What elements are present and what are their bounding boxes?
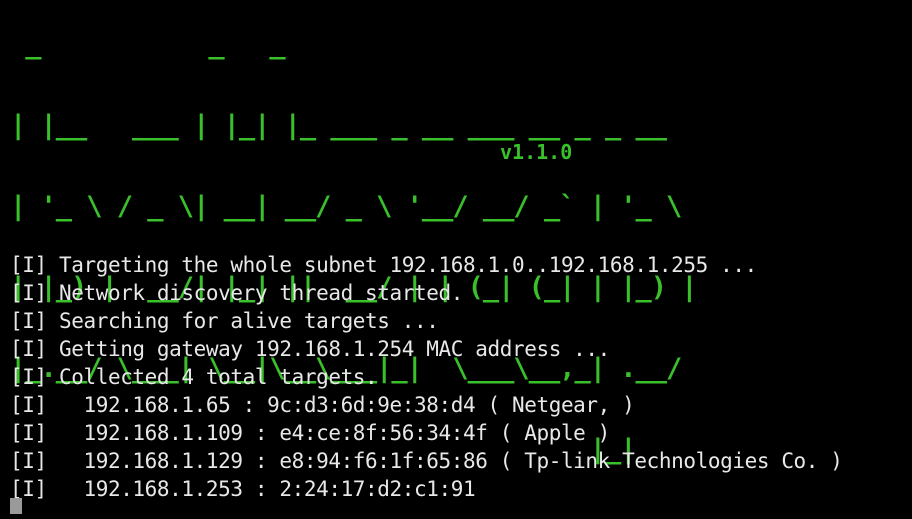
log-text: Network discovery thread started. bbox=[46, 281, 463, 305]
terminal-cursor bbox=[10, 498, 22, 514]
target-row: [I] 192.168.1.253 : 2:24:17:d2:c1:91 bbox=[10, 475, 843, 503]
info-tag: [I] bbox=[10, 365, 47, 389]
log-line: [I] Searching for alive targets ... bbox=[10, 307, 843, 335]
info-tag: [I] bbox=[10, 253, 47, 277]
log-line: [I] Network discovery thread started. bbox=[10, 279, 843, 307]
version-label: v1.1.0 bbox=[500, 140, 573, 164]
log-line: [I] Targeting the whole subnet 192.168.1… bbox=[10, 251, 843, 279]
banner-line-3: | '_ \ / _ \| __| __/ _ \ '__/ __/ _` | … bbox=[10, 191, 682, 222]
target-entry: 192.168.1.65 : 9c:d3:6d:9e:38:d4 ( Netge… bbox=[46, 393, 635, 417]
log-text: Targeting the whole subnet 192.168.1.0..… bbox=[46, 253, 757, 277]
target-entry: 192.168.1.129 : e8:94:f6:1f:65:86 ( Tp-l… bbox=[46, 449, 843, 473]
info-tag: [I] bbox=[10, 449, 47, 473]
target-row: [I] 192.168.1.109 : e4:ce:8f:56:34:4f ( … bbox=[10, 419, 843, 447]
log-text: Collected 4 total targets. bbox=[46, 365, 378, 389]
info-tag: [I] bbox=[10, 337, 47, 361]
target-row: [I] 192.168.1.129 : e8:94:f6:1f:65:86 ( … bbox=[10, 447, 843, 475]
info-tag: [I] bbox=[10, 393, 47, 417]
terminal-window[interactable]: _ _ _ | |__ ___ | |_| |_ ___ _ __ ___ __… bbox=[0, 0, 912, 514]
log-text: Getting gateway 192.168.1.254 MAC addres… bbox=[46, 337, 610, 361]
log-line: [I] Getting gateway 192.168.1.254 MAC ad… bbox=[10, 335, 843, 363]
banner-line-1: _ _ _ bbox=[10, 29, 285, 60]
target-row: [I] 192.168.1.65 : 9c:d3:6d:9e:38:d4 ( N… bbox=[10, 391, 843, 419]
info-tag: [I] bbox=[10, 421, 47, 445]
info-tag: [I] bbox=[10, 309, 47, 333]
log-text: Searching for alive targets ... bbox=[46, 309, 439, 333]
info-tag: [I] bbox=[10, 281, 47, 305]
target-entry: 192.168.1.253 : 2:24:17:d2:c1:91 bbox=[46, 477, 476, 501]
banner-line-2: | |__ ___ | |_| |_ ___ _ __ ___ __ _ _ _… bbox=[10, 110, 667, 141]
log-line: [I] Collected 4 total targets. bbox=[10, 363, 843, 391]
target-entry: 192.168.1.109 : e4:ce:8f:56:34:4f ( Appl… bbox=[46, 421, 610, 445]
terminal-output: [I] Targeting the whole subnet 192.168.1… bbox=[10, 251, 843, 503]
